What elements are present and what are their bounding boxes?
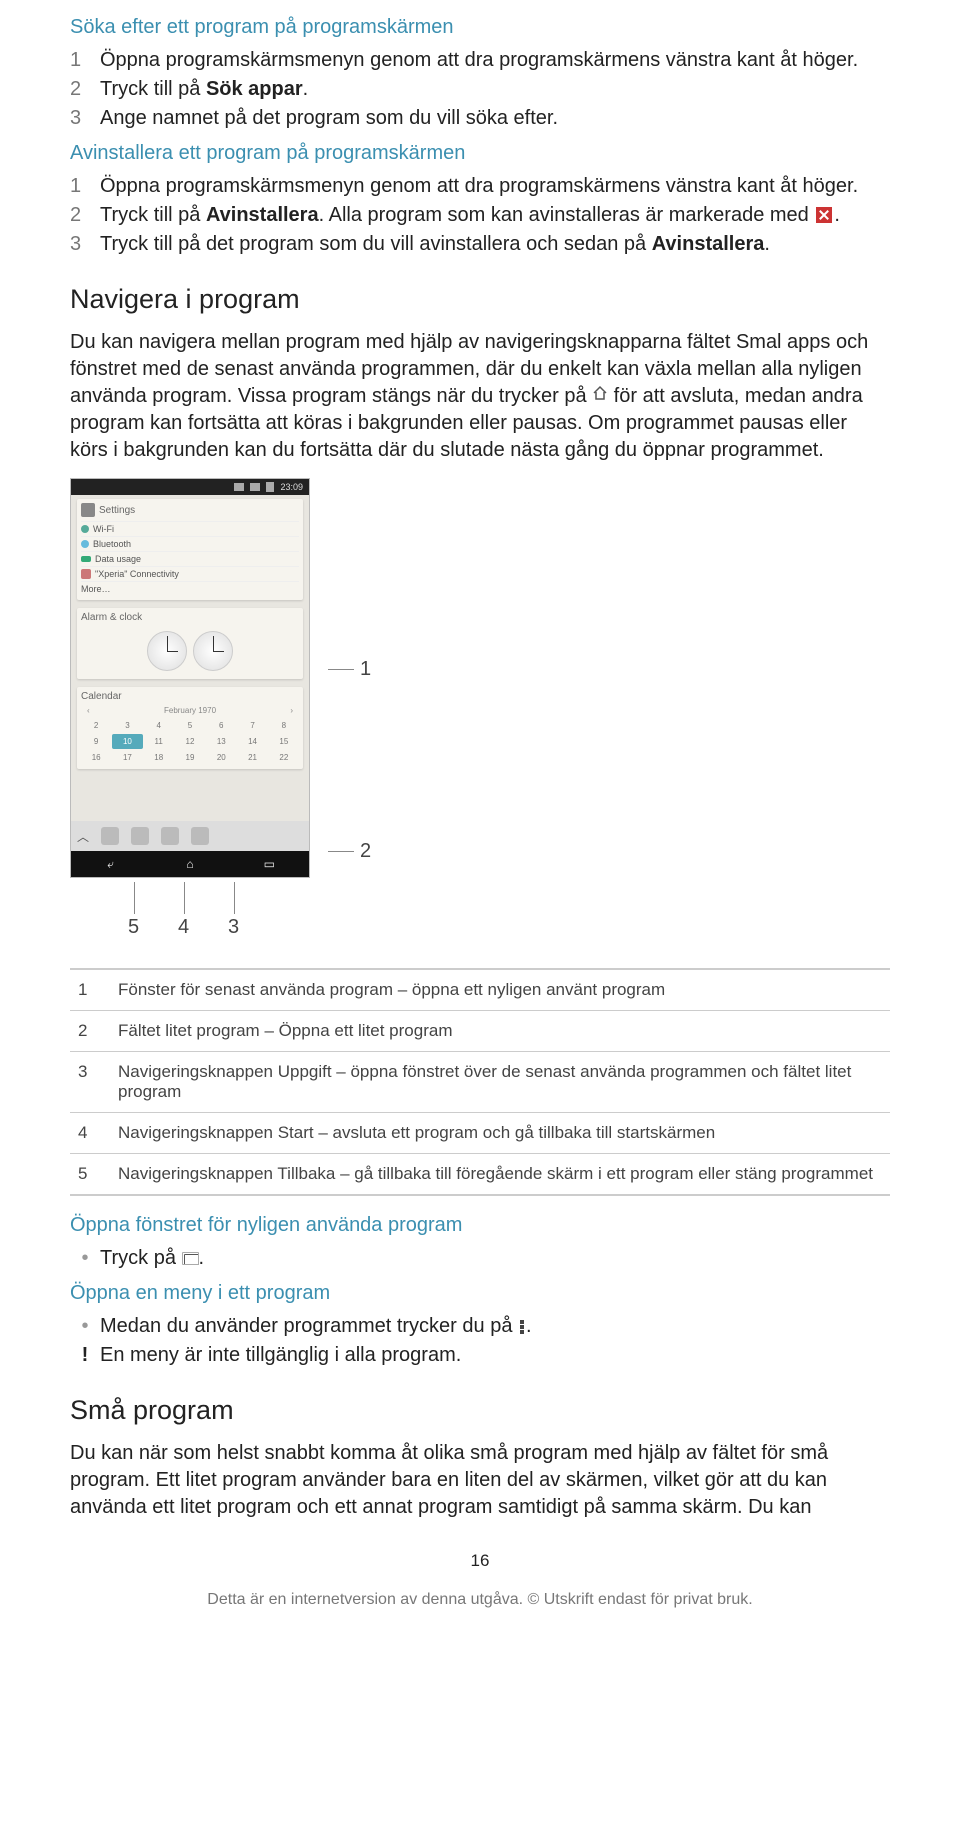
widget-title: Alarm & clock xyxy=(81,612,142,623)
footer-text: Detta är en internetversion av denna utg… xyxy=(70,1591,890,1609)
bullet-list: • Tryck på . xyxy=(70,1245,890,1272)
wifi-dot-icon xyxy=(81,525,89,533)
step-text: Tryck till på det program som du vill av… xyxy=(100,231,890,258)
callout-label: 4 xyxy=(178,916,189,939)
document-page: Söka efter ett program på programskärmen… xyxy=(0,0,960,1649)
steps-uninstall: 1 Öppna programskärmsmenyn genom att dra… xyxy=(70,173,890,258)
chevron-up-icon: ︿ xyxy=(77,828,89,845)
steps-search: 1 Öppna programskärmsmenyn genom att dra… xyxy=(70,47,890,132)
xperia-dot-icon xyxy=(81,569,91,579)
legend-table: 1Fönster för senast använda program – öp… xyxy=(70,968,890,1196)
widget-title: Calendar xyxy=(81,691,122,702)
data-dot-icon xyxy=(81,556,91,562)
section-title-search: Söka efter ett program på programskärmen xyxy=(70,16,890,39)
page-number: 16 xyxy=(70,1551,890,1571)
home-icon xyxy=(592,382,608,409)
home-nav-icon: ⌂ xyxy=(183,857,197,871)
bullet-list: • Medan du använder programmet trycker d… xyxy=(70,1313,890,1369)
table-row: 2Fältet litet program – Öppna ett litet … xyxy=(70,1011,890,1052)
uninstall-x-icon xyxy=(816,207,832,223)
step-text: Öppna programskärmsmenyn genom att dra p… xyxy=(100,47,890,74)
paragraph-navigate: Du kan navigera mellan program med hjälp… xyxy=(70,329,890,464)
callout-label: 2 xyxy=(328,840,371,863)
phone-screenshot: 23:09 Settings Wi-Fi Bluetooth Data usag… xyxy=(70,478,480,948)
list-item: "Xperia" Connectivity xyxy=(81,566,299,581)
step-number: 2 xyxy=(70,202,100,229)
widget-title: Settings xyxy=(99,505,135,516)
settings-widget: Settings Wi-Fi Bluetooth Data usage "Xpe… xyxy=(77,499,303,600)
step-item: 3 Tryck till på det program som du vill … xyxy=(70,231,890,258)
list-item: • Medan du använder programmet trycker d… xyxy=(70,1313,890,1340)
paragraph-small-apps: Du kan när som helst snabbt komma åt oli… xyxy=(70,1440,890,1521)
mini-app-icon xyxy=(131,827,149,845)
bold-text: Sök appar xyxy=(206,78,303,100)
step-item: 2 Tryck till på Sök appar. xyxy=(70,76,890,103)
section-title-open-menu: Öppna en meny i ett program xyxy=(70,1282,890,1305)
list-item: ! En meny är inte tillgänglig i alla pro… xyxy=(70,1342,890,1369)
step-item: 3 Ange namnet på det program som du vill… xyxy=(70,105,890,132)
analog-clock-icon xyxy=(147,631,187,671)
step-item: 1 Öppna programskärmsmenyn genom att dra… xyxy=(70,47,890,74)
bold-text: Avinstallera xyxy=(652,233,765,255)
list-item: Data usage xyxy=(81,551,299,566)
nav-bar: ⤶ ⌂ ▭ xyxy=(71,851,309,877)
alert-icon: ! xyxy=(70,1342,100,1369)
heading-small-apps: Små program xyxy=(70,1395,890,1426)
tools-icon xyxy=(81,503,95,517)
calendar-month: February 1970 xyxy=(164,706,216,715)
step-number: 1 xyxy=(70,47,100,74)
phone-frame: 23:09 Settings Wi-Fi Bluetooth Data usag… xyxy=(70,478,310,878)
bold-text: Avinstallera xyxy=(206,204,319,226)
section-title-uninstall: Avinstallera ett program på programskärm… xyxy=(70,142,890,165)
back-nav-icon: ⤶ xyxy=(104,857,118,871)
list-item: Bluetooth xyxy=(81,536,299,551)
signal-icon xyxy=(234,483,244,491)
step-number: 3 xyxy=(70,105,100,132)
callout-label: 1 xyxy=(328,658,371,681)
table-row: 1Fönster för senast använda program – öp… xyxy=(70,969,890,1011)
callout-label: 5 xyxy=(128,916,139,939)
status-time: 23:09 xyxy=(280,482,303,492)
list-item: Wi-Fi xyxy=(81,521,299,536)
mini-app-icon xyxy=(191,827,209,845)
step-item: 1 Öppna programskärmsmenyn genom att dra… xyxy=(70,173,890,200)
step-text: Ange namnet på det program som du vill s… xyxy=(100,105,890,132)
bullet-icon: • xyxy=(70,1313,100,1340)
list-item: More… xyxy=(81,581,299,596)
recent-apps-icon xyxy=(184,1254,199,1265)
clock-widget: Alarm & clock xyxy=(77,608,303,679)
step-number: 1 xyxy=(70,173,100,200)
mini-app-icon xyxy=(101,827,119,845)
analog-clock-icon xyxy=(193,631,233,671)
list-item: • Tryck på . xyxy=(70,1245,890,1272)
section-title-open-recent: Öppna fönstret för nyligen använda progr… xyxy=(70,1214,890,1237)
step-text: Tryck till på Avinstallera. Alla program… xyxy=(100,202,890,229)
bullet-icon: • xyxy=(70,1245,100,1272)
step-item: 2 Tryck till på Avinstallera. Alla progr… xyxy=(70,202,890,229)
step-number: 3 xyxy=(70,231,100,258)
step-text: Tryck till på Sök appar. xyxy=(100,76,890,103)
battery-icon xyxy=(266,482,274,492)
table-row: 3Navigeringsknappen Uppgift – öppna föns… xyxy=(70,1052,890,1113)
small-apps-bar: ︿ xyxy=(71,821,309,851)
mini-app-icon xyxy=(161,827,179,845)
heading-navigate: Navigera i program xyxy=(70,284,890,315)
wifi-icon xyxy=(250,483,260,491)
overflow-menu-icon xyxy=(520,1320,524,1334)
step-text: Öppna programskärmsmenyn genom att dra p… xyxy=(100,173,890,200)
table-row: 4Navigeringsknappen Start – avsluta ett … xyxy=(70,1113,890,1154)
step-number: 2 xyxy=(70,76,100,103)
bt-dot-icon xyxy=(81,540,89,548)
callout-label: 3 xyxy=(228,916,239,939)
calendar-grid: 2345678 9101112131415 16171819202122 xyxy=(81,718,299,765)
recent-nav-icon: ▭ xyxy=(262,857,276,871)
calendar-widget: Calendar ‹February 1970› 2345678 9101112… xyxy=(77,687,303,769)
table-row: 5Navigeringsknappen Tillbaka – gå tillba… xyxy=(70,1154,890,1196)
status-bar: 23:09 xyxy=(71,479,309,495)
